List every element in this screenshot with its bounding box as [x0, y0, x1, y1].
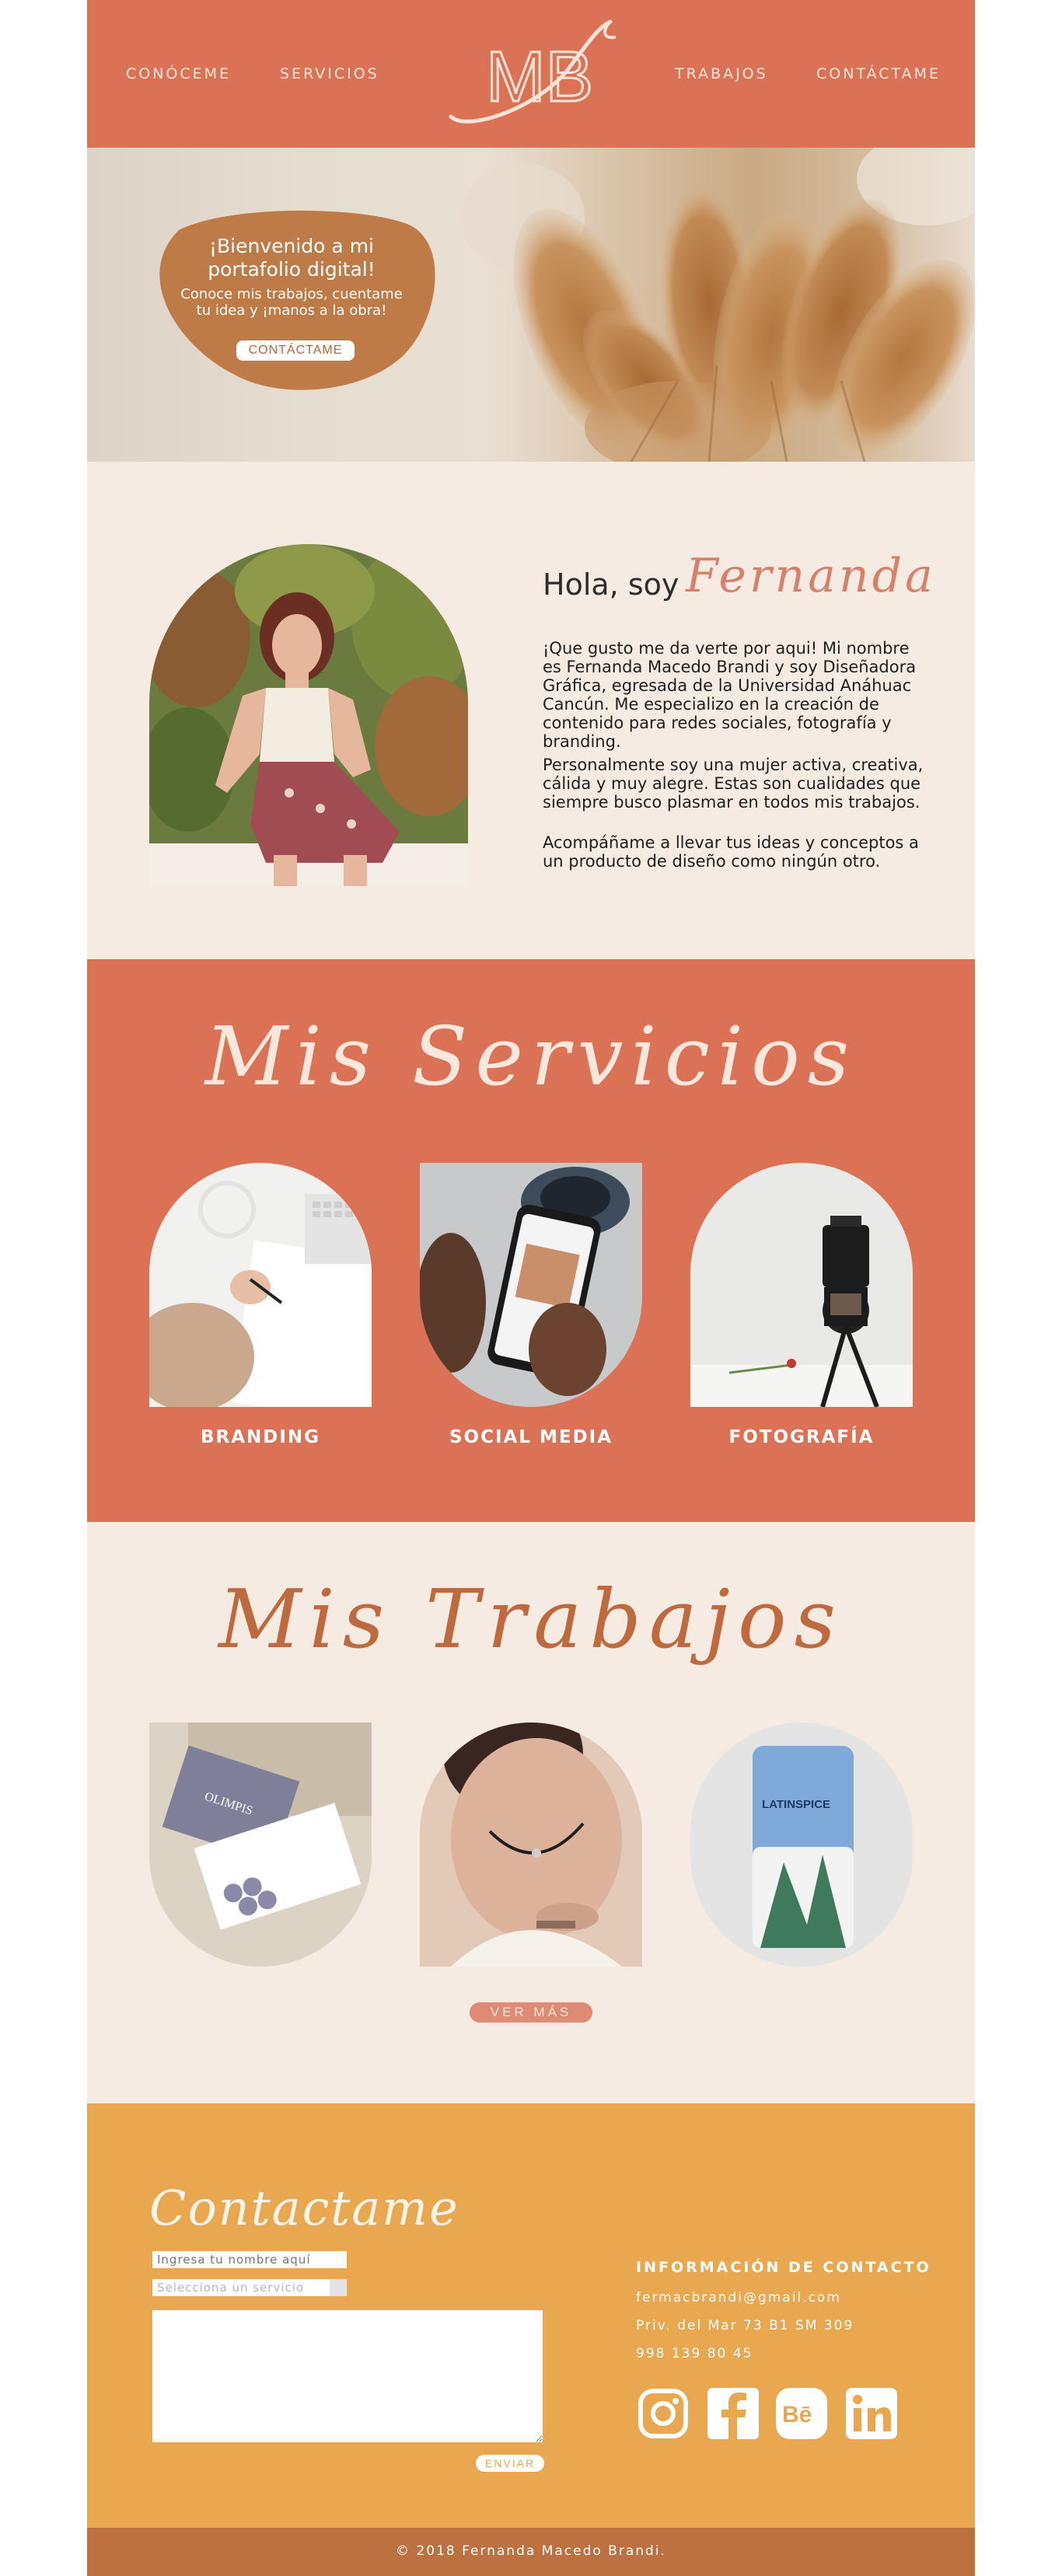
work-card-business-cards[interactable]: OLIMPIS: [149, 1723, 372, 1967]
portrait-photo: [149, 544, 468, 886]
facebook-icon[interactable]: [706, 2386, 760, 2441]
logo-mark: MB: [449, 19, 616, 124]
social-media-card[interactable]: [420, 1163, 642, 1407]
about-name-script: Fernanda: [686, 549, 936, 603]
behance-icon[interactable]: Bē: [774, 2386, 829, 2441]
nav-contact[interactable]: CONTÁCTAME: [816, 65, 941, 82]
about-greeting: Hola, soy: [543, 567, 679, 602]
service-label-photography: FOTOGRAFÍA: [728, 1427, 875, 1447]
branding-card[interactable]: [149, 1163, 372, 1407]
about-paragraph-2: Personalmente soy una mujer activa, crea…: [543, 756, 924, 812]
latinspice-brand: LATINSPICE: [762, 1798, 830, 1811]
name-input[interactable]: [152, 2251, 347, 2268]
nav-works[interactable]: TRABAJOS: [675, 65, 768, 82]
linkedin-icon[interactable]: [844, 2386, 899, 2441]
logo[interactable]: MB: [443, 16, 622, 124]
work-card-jewelry[interactable]: [420, 1723, 642, 1967]
footer-copyright: © 2018 Fernanda Macedo Brandi.: [396, 2543, 666, 2559]
contact-email[interactable]: fermacbrandi@gmail.com: [636, 2290, 841, 2305]
dropdown-arrow-icon: [330, 2279, 347, 2296]
works-title: Mis Trabajos: [218, 1572, 844, 1667]
about-section: Hola, soy Fernanda ¡Que gusto me da vert…: [87, 462, 975, 959]
work-card-tea-package[interactable]: LATINSPICE: [690, 1723, 913, 1967]
hero-title: ¡Bienvenido a mi portafolio digital!: [208, 235, 376, 281]
site-footer: © 2018 Fernanda Macedo Brandi.: [87, 2528, 975, 2576]
welcome-bubble: ¡Bienvenido a mi portafolio digital! Con…: [148, 207, 442, 396]
see-more-button[interactable]: VER MÁS: [470, 2002, 592, 2023]
hero-banner: ¡Bienvenido a mi portafolio digital! Con…: [87, 148, 975, 462]
about-paragraph-3: Acompáñame a llevar tus ideas y concepto…: [543, 833, 919, 871]
contact-info-title: INFORMACIÓN DE CONTACTO: [636, 2259, 931, 2276]
hero-subtitle: Conoce mis trabajos, cuentame tu idea y …: [180, 286, 403, 319]
hero-contact-button[interactable]: CONTÁCTAME: [236, 340, 355, 361]
contact-title: Contactame: [149, 2180, 459, 2236]
about-paragraph-1: ¡Que gusto me da verte por aqui! Mi nomb…: [543, 639, 917, 751]
service-select[interactable]: Selecciona un servicio: [152, 2279, 347, 2296]
contact-phone[interactable]: 998 139 80 45: [636, 2346, 753, 2361]
service-label-social-media: SOCIAL MEDIA: [449, 1427, 613, 1447]
service-select-value: Selecciona un servicio: [157, 2281, 305, 2295]
logo-letters: MB: [486, 37, 593, 117]
nav-services[interactable]: SERVICIOS: [280, 65, 379, 82]
contact-section: Contactame Selecciona un servicio ENVIAR…: [87, 2103, 975, 2528]
services-title: Mis Servicios: [204, 1009, 858, 1104]
page: CONÓCEME SERVICIOS MB TRABAJOS CONTÁCTAM…: [87, 0, 975, 2576]
nav-about[interactable]: CONÓCEME: [126, 65, 231, 82]
site-header: CONÓCEME SERVICIOS MB TRABAJOS CONTÁCTAM…: [87, 0, 975, 148]
works-section: Mis Trabajos OLIMPIS LATINSPICE VER MÁS: [87, 1522, 975, 2103]
contact-address: Priv. del Mar 73 B1 SM 309: [636, 2318, 854, 2333]
send-button[interactable]: ENVIAR: [476, 2455, 544, 2472]
service-label-branding: BRANDING: [200, 1427, 321, 1447]
services-section: Mis Servicios BRANDING SOCIAL MEDIA FOTO…: [87, 959, 975, 1522]
svg-text:Bē: Bē: [782, 2402, 812, 2428]
message-textarea[interactable]: [152, 2310, 543, 2442]
instagram-icon[interactable]: [636, 2386, 690, 2441]
photography-card[interactable]: [690, 1163, 913, 1407]
